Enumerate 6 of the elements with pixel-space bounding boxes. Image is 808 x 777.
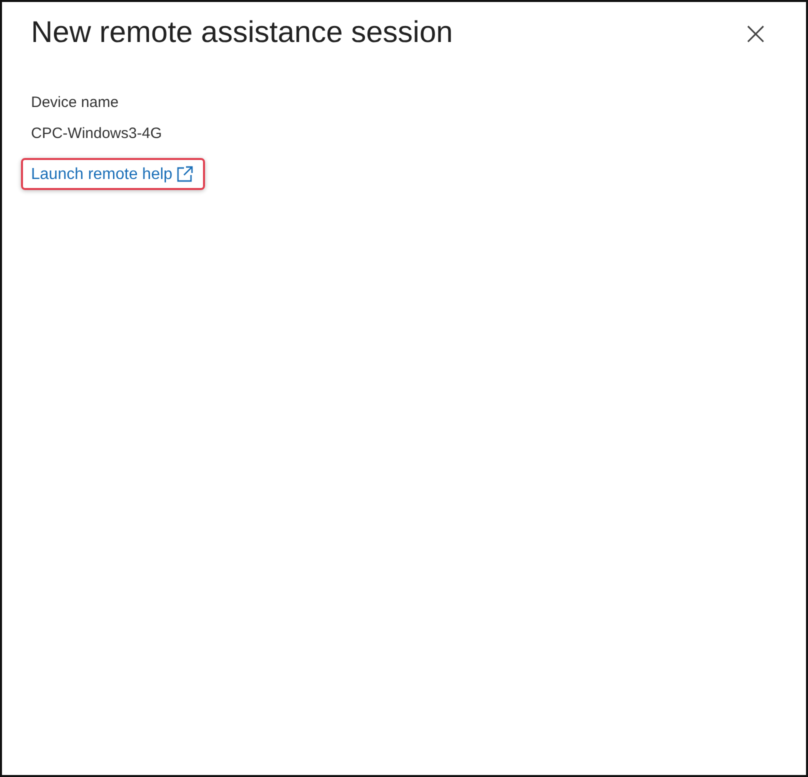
field-value: CPC-Windows3-4G bbox=[31, 125, 162, 142]
launch-link[interactable]: Launch remote help bbox=[31, 164, 196, 184]
dialog-title: New remote assistance session bbox=[31, 16, 453, 50]
external-link-icon bbox=[175, 164, 196, 184]
field-label: Device name bbox=[31, 94, 119, 111]
close-button[interactable]: × bbox=[738, 17, 773, 49]
